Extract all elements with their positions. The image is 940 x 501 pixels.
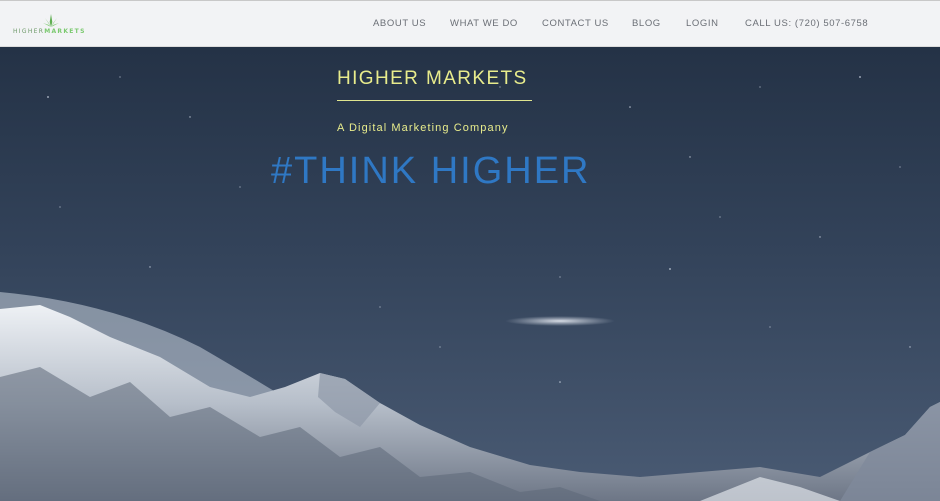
hero-tagline: A Digital Marketing Company <box>337 122 509 134</box>
hero-brand-title: HIGHER MARKETS <box>337 68 528 89</box>
nav-login[interactable]: LOGIN <box>686 18 719 29</box>
nav-call-us[interactable]: CALL US: (720) 507-6758 <box>745 18 868 29</box>
hero-headline: #THINK HIGHER <box>271 150 591 192</box>
mountain-night-sky-image <box>0 47 940 501</box>
nav-blog[interactable]: BLOG <box>632 18 661 29</box>
nav-about-us[interactable]: ABOUT US <box>373 18 426 29</box>
main-nav: ABOUT US WHAT WE DO CONTACT US BLOG LOGI… <box>0 1 940 47</box>
title-underline <box>337 100 532 101</box>
nav-what-we-do[interactable]: WHAT WE DO <box>450 18 518 29</box>
hero-section: HIGHER MARKETS A Digital Marketing Compa… <box>0 47 940 501</box>
top-navigation-bar: HIGHERMARKETS ABOUT US WHAT WE DO CONTAC… <box>0 0 940 47</box>
nav-contact-us[interactable]: CONTACT US <box>542 18 609 29</box>
